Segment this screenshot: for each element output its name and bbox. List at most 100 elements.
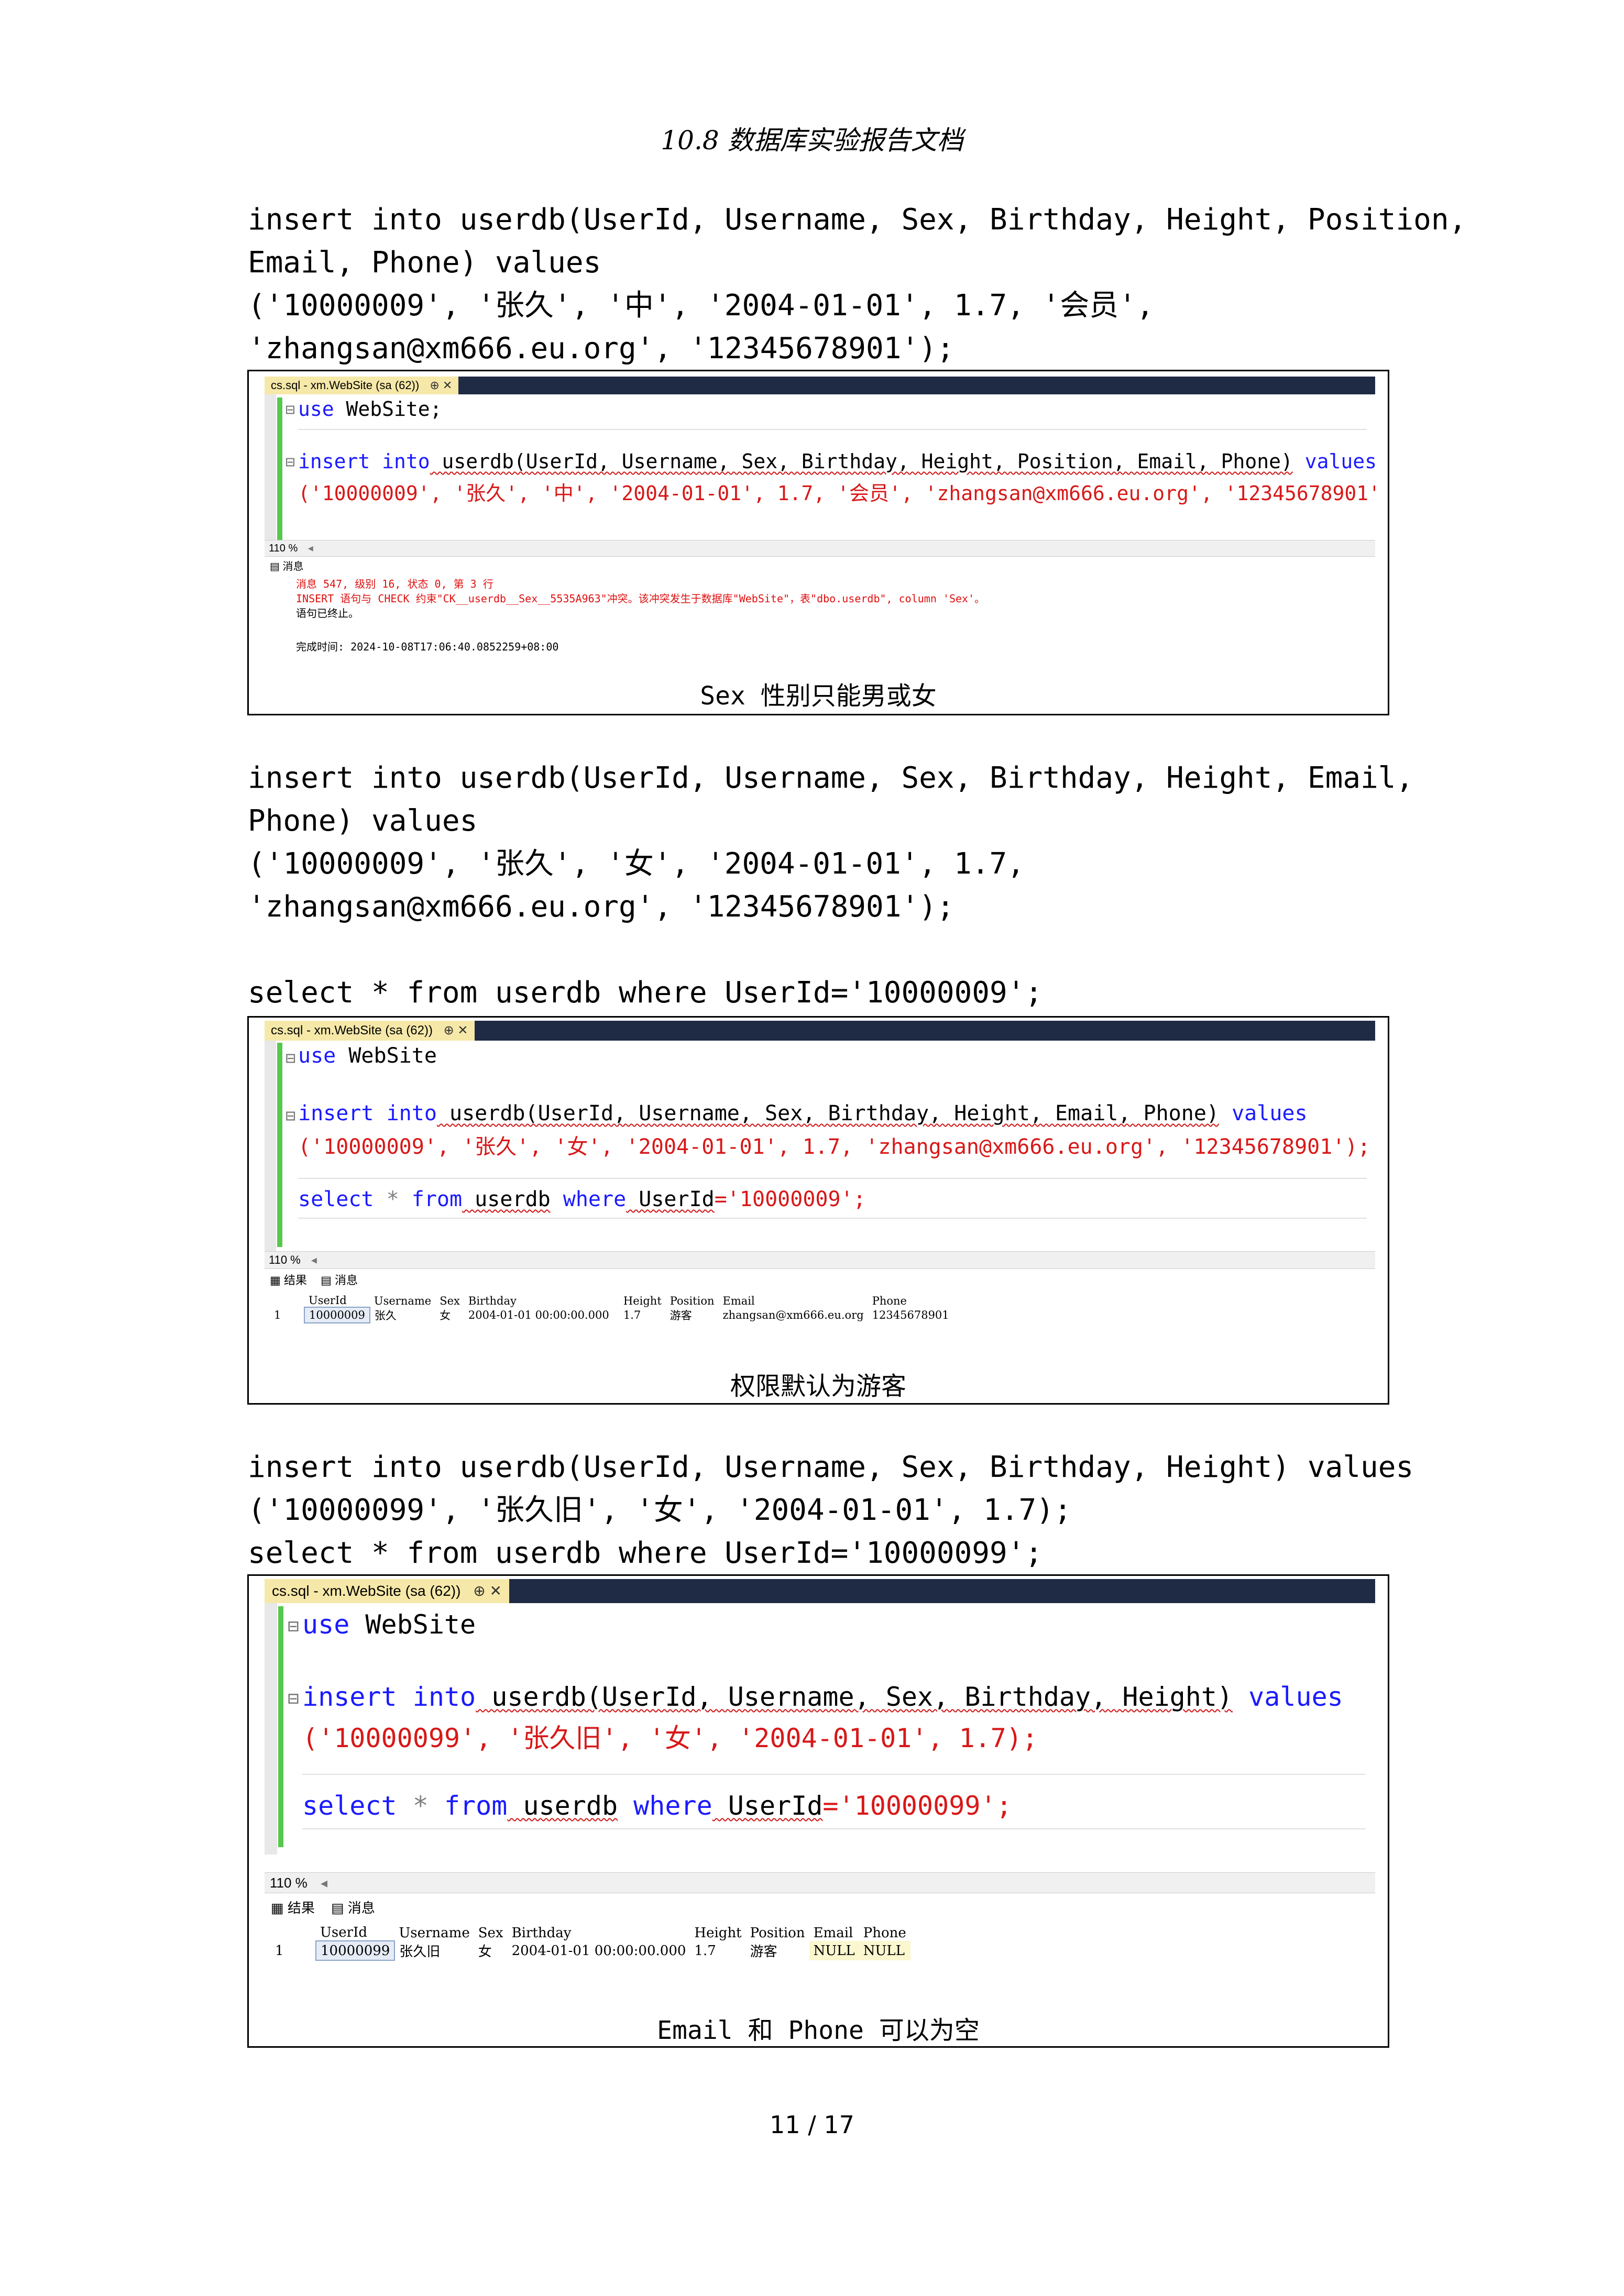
grid-cell[interactable]: 游客 — [746, 1941, 809, 1960]
column-header[interactable]: Birthday — [464, 1294, 619, 1307]
editor-gutter — [265, 1603, 277, 1855]
tab-messages[interactable]: 消息 — [348, 1897, 375, 1917]
scroll-left-icon[interactable]: ◂ — [311, 1252, 317, 1268]
grid-cell[interactable]: 张久 — [370, 1307, 435, 1323]
column-header[interactable]: Height — [619, 1294, 666, 1307]
code-line-insert[interactable]: insert into userdb(UserId, Username, Sex… — [298, 1101, 1308, 1125]
column-header[interactable]: Email — [719, 1294, 868, 1307]
grid-cell[interactable]: 女 — [474, 1941, 508, 1960]
scroll-left-icon[interactable]: ◂ — [321, 1873, 327, 1893]
row-number: 1 — [275, 1942, 284, 1959]
column-header[interactable]: UserId — [304, 1294, 370, 1307]
column-header[interactable]: Sex — [474, 1925, 508, 1941]
fold-icon[interactable]: ⊟ — [288, 1616, 299, 1637]
code-line-use[interactable]: use WebSite — [302, 1609, 476, 1640]
column-header[interactable]: Username — [370, 1294, 435, 1307]
column-header — [270, 1294, 304, 1307]
results-grid: UserId Username Sex Birthday Height Posi… — [271, 1925, 910, 1961]
code-line-insert[interactable]: insert into userdb(UserId, Username, Sex… — [298, 450, 1375, 473]
zoom-bar: 110 % ◂ — [265, 1872, 1375, 1893]
fold-icon[interactable]: ⊟ — [286, 1106, 295, 1125]
ssms-window: cs.sql - xm.WebSite (sa (62)) ⊕ ✕ ⊟ use … — [265, 377, 1375, 670]
column-header[interactable]: Phone — [868, 1294, 953, 1307]
row-number: 1 — [274, 1309, 281, 1321]
message-icon: ▤ — [270, 561, 280, 572]
tab-pin-close-icon[interactable]: ⊕ ✕ — [473, 1579, 502, 1603]
grid-cell[interactable]: NULL — [859, 1941, 910, 1960]
column-header[interactable]: Position — [666, 1294, 719, 1307]
grid-cell[interactable]: zhangsan@xm666.eu.org — [719, 1307, 868, 1323]
zoom-level[interactable]: 110 % — [269, 540, 298, 556]
tab-results[interactable]: 结果 — [288, 1897, 315, 1917]
grid-cell[interactable]: 12345678901 — [868, 1307, 953, 1323]
editor-tab[interactable]: cs.sql - xm.WebSite (sa (62)) ⊕ ✕ — [265, 1579, 509, 1603]
code-line-values[interactable]: ('10000099', '张久旧', '女', '2004-01-01', 1… — [302, 1717, 1038, 1755]
scroll-left-icon[interactable]: ◂ — [308, 540, 313, 556]
code-line-values[interactable]: ('10000009', '张久', '女', '2004-01-01', 1.… — [298, 1130, 1370, 1160]
sql-text-line: Email, Phone) values — [248, 246, 601, 280]
sql-text-line: insert into userdb(UserId, Username, Sex… — [248, 1450, 1414, 1484]
column-header[interactable]: Sex — [435, 1294, 464, 1307]
zoom-level[interactable]: 110 % — [270, 1873, 308, 1893]
fold-icon[interactable]: ⊟ — [286, 1048, 295, 1068]
code-line-select[interactable]: select * from userdb where UserId='10000… — [302, 1791, 1012, 1821]
change-marker — [277, 398, 282, 544]
sql-text-line: ('10000009', '张久', '中', '2004-01-01', 1.… — [248, 289, 1154, 323]
grid-cell[interactable]: 游客 — [666, 1307, 719, 1323]
zoom-level[interactable]: 110 % — [269, 1252, 301, 1268]
column-header[interactable]: Position — [746, 1925, 809, 1941]
grid-cell[interactable]: 张久旧 — [394, 1941, 474, 1960]
page-number: 11 / 17 — [770, 2111, 854, 2139]
code-line-use[interactable]: use WebSite — [298, 1044, 437, 1068]
message-icon: ▤ — [331, 1900, 344, 1916]
tab-messages[interactable]: 消息 — [282, 558, 303, 573]
table-row[interactable]: 1 10000099 张久旧 女 2004-01-01 00:00:00.000… — [271, 1940, 910, 1961]
tab-results[interactable]: 结果 — [284, 1271, 307, 1288]
results-tabs: ▤ 消息 — [270, 558, 303, 573]
sql-text-line: ('10000009', '张久', '女', '2004-01-01', 1.… — [248, 847, 1025, 881]
editor-separator — [302, 1828, 1366, 1829]
column-header — [271, 1925, 316, 1941]
column-header[interactable]: Email — [809, 1925, 859, 1941]
editor-separator — [302, 1774, 1366, 1775]
editor-gutter — [265, 394, 276, 551]
code-line-insert[interactable]: insert into userdb(UserId, Username, Sex… — [302, 1682, 1343, 1712]
fold-icon[interactable]: ⊟ — [286, 453, 295, 471]
page-title: 10.8 数据库实验报告文档 — [661, 125, 963, 156]
sql-text-line: ('10000099', '张久旧', '女', '2004-01-01', 1… — [248, 1493, 1072, 1527]
figure-caption: Sex 性别只能男或女 — [700, 681, 937, 711]
grid-cell[interactable]: 10000009 — [304, 1307, 370, 1323]
editor-tab[interactable]: cs.sql - xm.WebSite (sa (62)) ⊕ ✕ — [265, 1021, 475, 1041]
column-header[interactable]: Birthday — [508, 1925, 690, 1941]
grid-cell[interactable]: 2004-01-01 00:00:00.000 — [464, 1307, 619, 1323]
grid-cell[interactable]: 女 — [435, 1307, 464, 1323]
grid-cell[interactable]: 2004-01-01 00:00:00.000 — [508, 1941, 690, 1960]
tab-title: cs.sql - xm.WebSite (sa (62)) — [272, 1583, 461, 1599]
editor-tab[interactable]: cs.sql - xm.WebSite (sa (62)) ⊕ ✕ — [265, 377, 459, 394]
grid-cell[interactable]: 1.7 — [619, 1307, 666, 1323]
table-row[interactable]: 1 10000009 张久 女 2004-01-01 00:00:00.000 … — [270, 1307, 953, 1323]
code-line-use[interactable]: use WebSite; — [298, 398, 442, 421]
code-line-select[interactable]: select * from userdb where UserId='10000… — [298, 1187, 866, 1211]
column-header[interactable]: Username — [394, 1925, 474, 1941]
tab-messages[interactable]: 消息 — [335, 1271, 358, 1288]
column-header[interactable]: Phone — [859, 1925, 910, 1941]
fold-icon[interactable]: ⊟ — [286, 401, 295, 419]
code-line-values[interactable]: ('10000009', '张久', '中', '2004-01-01', 1.… — [298, 477, 1375, 506]
editor-separator — [298, 429, 1367, 430]
grid-cell[interactable]: 10000099 — [315, 1940, 396, 1961]
tab-pin-close-icon[interactable]: ⊕ ✕ — [430, 377, 452, 394]
grid-cell[interactable]: 1.7 — [690, 1941, 745, 1960]
column-header[interactable]: UserId — [316, 1925, 394, 1941]
sql-text-line: select * from userdb where UserId='10000… — [248, 1536, 1043, 1570]
tab-pin-close-icon[interactable]: ⊕ ✕ — [444, 1021, 468, 1041]
zoom-bar: 110 % ◂ — [265, 540, 1375, 557]
editor-separator — [298, 1178, 1367, 1179]
column-header[interactable]: Height — [690, 1925, 745, 1941]
tab-title: cs.sql - xm.WebSite (sa (62)) — [271, 1023, 433, 1037]
ssms-window: cs.sql - xm.WebSite (sa (62)) ⊕ ✕ ⊟ use … — [265, 1579, 1375, 1998]
fold-icon[interactable]: ⊟ — [288, 1688, 299, 1709]
results-tabs: ▦ 结果 ▤ 消息 — [270, 1271, 358, 1288]
grid-icon: ▦ — [270, 1274, 281, 1287]
grid-cell[interactable]: NULL — [809, 1941, 859, 1960]
